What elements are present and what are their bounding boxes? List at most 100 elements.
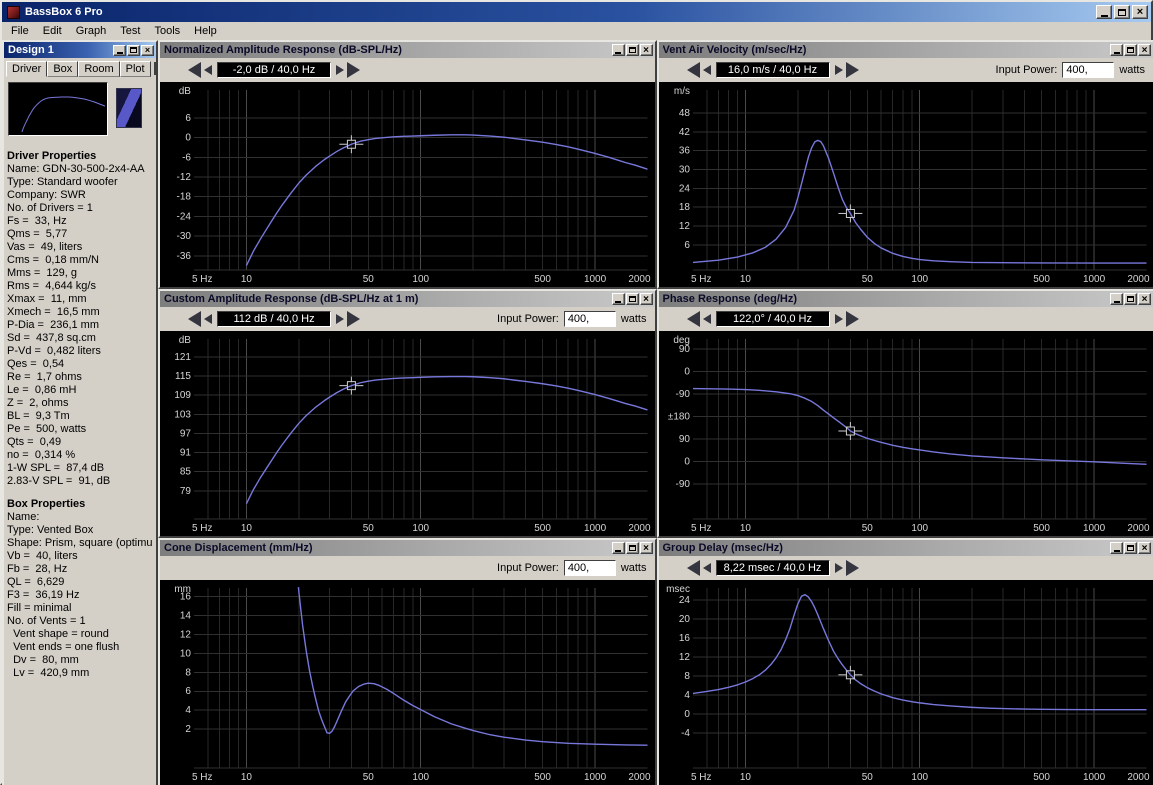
design-titlebar[interactable]: Design 1 × bbox=[4, 42, 156, 58]
menu-item-file[interactable]: File bbox=[4, 23, 36, 39]
menu-item-edit[interactable]: Edit bbox=[36, 23, 69, 39]
app-icon[interactable] bbox=[7, 5, 20, 19]
step-right-button[interactable] bbox=[834, 563, 843, 573]
maximize-button[interactable] bbox=[625, 293, 639, 305]
svg-text:42: 42 bbox=[678, 127, 690, 138]
design-maximize-button[interactable] bbox=[127, 44, 140, 56]
phase-response-chart[interactable]: 900-90±180900-90deg5 Hz 10 50 100 500 1000 200… bbox=[658, 331, 1153, 536]
input-power-group: Input Power: watts bbox=[996, 62, 1145, 78]
window-titlebar[interactable]: BassBox 6 Pro × bbox=[2, 2, 1151, 22]
svg-text:50: 50 bbox=[861, 523, 873, 534]
property-line: Pe = 500, watts bbox=[7, 423, 87, 435]
minimize-button[interactable] bbox=[1110, 293, 1123, 305]
svg-text:2000: 2000 bbox=[1127, 274, 1150, 285]
maximize-button[interactable] bbox=[1124, 542, 1137, 554]
normalized-amplitude-chart[interactable]: 6 0 -6 -12 -18 -24 -30 -36 dB 5 Hz 10 50 100 500 1000 2… bbox=[160, 82, 655, 287]
minimize-button[interactable] bbox=[611, 293, 625, 305]
box-model-icon[interactable] bbox=[116, 88, 142, 128]
input-power-field[interactable] bbox=[563, 560, 616, 576]
tab-box[interactable]: Box bbox=[47, 60, 79, 77]
step-right-button[interactable] bbox=[834, 314, 843, 324]
graph-titlebar[interactable]: Vent Air Velocity (m/sec/Hz) × bbox=[658, 42, 1153, 58]
graph-window-vent-air-velocity: Vent Air Velocity (m/sec/Hz) × 16,0 m/s … bbox=[656, 40, 1153, 289]
maximize-button[interactable] bbox=[1124, 44, 1137, 56]
step-right-fast-button[interactable] bbox=[845, 560, 859, 576]
svg-text:5 Hz: 5 Hz bbox=[690, 523, 711, 534]
minimize-button[interactable] bbox=[611, 44, 625, 56]
property-line: Xmax = 11, mm bbox=[7, 293, 87, 305]
step-left-fast-button[interactable] bbox=[188, 311, 201, 327]
tab-driver[interactable]: Driver bbox=[6, 60, 48, 77]
svg-text:msec: msec bbox=[666, 584, 690, 595]
marker-stepper: 112 dB / 40,0 Hz bbox=[188, 311, 360, 327]
graph-titlebar[interactable]: Custom Amplitude Response (dB-SPL/Hz at … bbox=[160, 291, 655, 307]
step-left-fast-button[interactable] bbox=[686, 62, 700, 78]
input-power-field[interactable] bbox=[563, 311, 616, 327]
step-left-fast-button[interactable] bbox=[188, 62, 201, 78]
custom-amplitude-chart[interactable]: 121 115 109 103 97 91 85 79 dB 5 Hz 10 50 100 500 1000… bbox=[160, 331, 655, 536]
graph-controls: Input Power: watts bbox=[160, 556, 655, 580]
menu-item-help[interactable]: Help bbox=[187, 23, 224, 39]
cone-displacement-chart[interactable]: 161412108642mm5 Hz 10 50 100 500 1000 2000 bbox=[160, 580, 655, 785]
step-left-button[interactable] bbox=[702, 563, 711, 573]
property-line: No. of Drivers = 1 bbox=[7, 202, 93, 214]
design-close-button[interactable]: × bbox=[141, 44, 154, 56]
property-line: 1-W SPL = 87,4 dB bbox=[7, 462, 105, 474]
vent-air-velocity-chart[interactable]: 48 42 36 30 24 18 12 6 m/s 5 Hz 10 50 100 500 1000 2000 bbox=[658, 82, 1153, 287]
step-left-fast-button[interactable] bbox=[686, 311, 700, 327]
close-button[interactable]: × bbox=[1138, 542, 1151, 554]
step-left-button[interactable] bbox=[204, 314, 212, 324]
step-left-fast-button[interactable] bbox=[686, 560, 700, 576]
svg-text:50: 50 bbox=[861, 772, 873, 783]
maximize-button[interactable] bbox=[1114, 5, 1130, 19]
close-button[interactable]: × bbox=[639, 44, 653, 56]
close-icon: × bbox=[643, 293, 649, 305]
property-line: F3 = 36,19 Hz bbox=[7, 589, 80, 601]
menu-item-tools[interactable]: Tools bbox=[147, 23, 187, 39]
menu-item-graph[interactable]: Graph bbox=[69, 23, 114, 39]
minimize-button[interactable] bbox=[1110, 44, 1123, 56]
design-minimize-button[interactable] bbox=[113, 44, 126, 56]
marker-stepper: 16,0 m/s / 40,0 Hz bbox=[686, 62, 859, 78]
input-power-field[interactable] bbox=[1062, 62, 1115, 78]
close-button[interactable]: × bbox=[1132, 5, 1148, 19]
step-left-button[interactable] bbox=[702, 65, 711, 75]
graph-titlebar[interactable]: Cone Displacement (mm/Hz) × bbox=[160, 540, 655, 556]
step-right-button[interactable] bbox=[336, 314, 344, 324]
step-left-button[interactable] bbox=[702, 314, 711, 324]
maximize-button[interactable] bbox=[625, 44, 639, 56]
window-title: BassBox 6 Pro bbox=[25, 6, 103, 18]
close-button[interactable]: × bbox=[1138, 293, 1151, 305]
input-power-label: Input Power: bbox=[497, 313, 559, 325]
plot-color-swatch[interactable] bbox=[153, 62, 156, 75]
graph-titlebar[interactable]: Phase Response (deg/Hz) × bbox=[658, 291, 1153, 307]
tab-room[interactable]: Room bbox=[78, 60, 120, 77]
maximize-button[interactable] bbox=[1124, 293, 1137, 305]
close-button[interactable]: × bbox=[639, 293, 653, 305]
property-line: Lv = 420,9 mm bbox=[7, 667, 90, 679]
graph-window-custom-amplitude: Custom Amplitude Response (dB-SPL/Hz at … bbox=[158, 289, 657, 538]
step-right-fast-button[interactable] bbox=[347, 62, 360, 78]
step-right-fast-button[interactable] bbox=[845, 311, 859, 327]
svg-text:79: 79 bbox=[180, 486, 192, 497]
minimize-button[interactable] bbox=[1096, 5, 1112, 19]
maximize-button[interactable] bbox=[625, 542, 639, 554]
close-button[interactable]: × bbox=[639, 542, 653, 554]
step-right-fast-button[interactable] bbox=[845, 62, 859, 78]
step-right-button[interactable] bbox=[834, 65, 843, 75]
svg-text:90: 90 bbox=[678, 434, 690, 445]
response-thumbnail[interactable] bbox=[8, 82, 108, 136]
minimize-button[interactable] bbox=[1110, 542, 1123, 554]
step-right-fast-button[interactable] bbox=[347, 311, 360, 327]
svg-text:1000: 1000 bbox=[584, 772, 607, 783]
minimize-button[interactable] bbox=[611, 542, 625, 554]
group-delay-chart[interactable]: 24 20 16 12 8 4 0 -4 msec 5 Hz 10 50 100 500 1000 2000 bbox=[658, 580, 1153, 785]
step-left-button[interactable] bbox=[204, 65, 212, 75]
marker-stepper: 122,0° / 40,0 Hz bbox=[686, 311, 859, 327]
menu-item-test[interactable]: Test bbox=[113, 23, 147, 39]
step-right-button[interactable] bbox=[336, 65, 344, 75]
graph-titlebar[interactable]: Normalized Amplitude Response (dB-SPL/Hz… bbox=[160, 42, 655, 58]
close-button[interactable]: × bbox=[1138, 44, 1151, 56]
graph-titlebar[interactable]: Group Delay (msec/Hz) × bbox=[658, 540, 1153, 556]
tab-plot[interactable]: Plot bbox=[119, 60, 151, 77]
